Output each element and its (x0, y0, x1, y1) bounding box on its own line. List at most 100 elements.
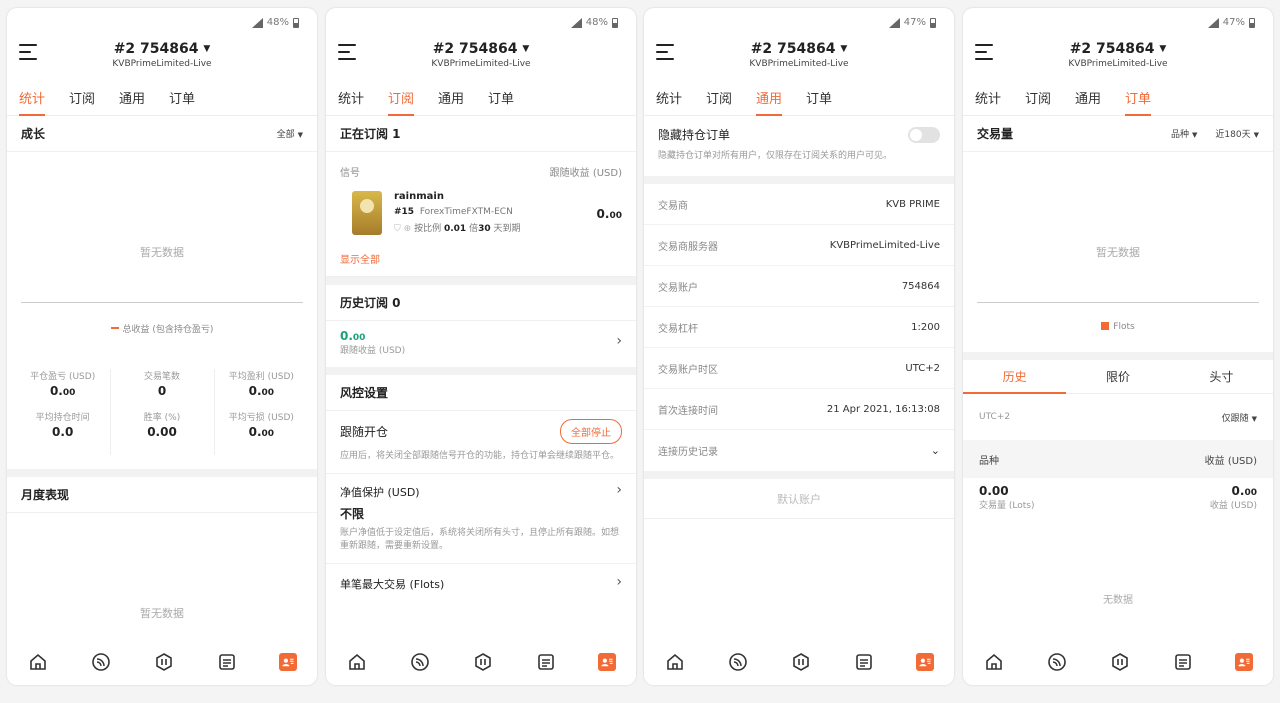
stop-all-button[interactable]: 全部停止 (560, 419, 622, 444)
info-row-account: 交易账户 754864 (644, 266, 954, 307)
max-trade-title: 单笔最大交易 (Flots) (340, 578, 445, 591)
history-summary[interactable]: 0.00 跟随收益 (USD) › (326, 321, 636, 367)
history-profit-label: 跟随收益 (USD) (340, 346, 406, 356)
orders-table-header: 品种 收益 (USD) (963, 440, 1273, 478)
hide-positions-toggle[interactable] (908, 126, 940, 143)
volume-chart: 暂无数据 (963, 152, 1273, 303)
history-title: 历史订阅 0 (340, 296, 401, 310)
growth-filter[interactable]: 全部 ▼ (277, 127, 303, 140)
trade-icon[interactable] (153, 651, 175, 673)
tab-general[interactable]: 通用 (756, 80, 783, 116)
follow-only-filter[interactable]: 仅跟随 ▼ (1222, 411, 1257, 424)
account-selector[interactable]: #2 754864 ▼ (644, 38, 954, 57)
menu-icon[interactable] (656, 44, 674, 60)
news-icon[interactable] (216, 651, 238, 673)
account-selector[interactable]: #2 754864 ▼ (326, 38, 636, 57)
info-row-timezone: 交易账户时区 UTC+2 (644, 348, 954, 389)
news-icon[interactable] (535, 651, 557, 673)
order-subtabs: 历史 限价 头寸 (963, 360, 1273, 394)
status-bar: 47% (963, 8, 1273, 38)
signal-feed-icon[interactable] (409, 651, 431, 673)
signal-name: rainmain (394, 191, 444, 202)
screen-orders: 47% #2 754864 ▼ KVBPrimeLimited-Live 统计 … (963, 8, 1273, 685)
equity-protection-setting[interactable]: 净值保护 (USD) › 不限 账户净值低于设定值后，系统将关闭所有头寸，且停止… (326, 474, 636, 564)
menu-icon[interactable] (338, 44, 356, 60)
subscription-item[interactable]: rainmain #15 ForexTimeFXTM-ECN ⛉ ⊕ 按比例 0… (326, 179, 636, 243)
account-info-list: 交易商 KVB PRIME 交易商服务器 KVBPrimeLimited-Live … (644, 184, 954, 471)
trade-icon[interactable] (1109, 651, 1131, 673)
tab-subscriptions[interactable]: 订阅 (388, 80, 415, 116)
subtab-positions[interactable]: 头寸 (1170, 360, 1273, 393)
section-separator (326, 367, 636, 375)
tab-orders[interactable]: 订单 (806, 80, 832, 116)
profile-icon[interactable] (915, 653, 934, 671)
home-icon[interactable] (983, 651, 1005, 673)
lock-icon: ⊕ (403, 224, 412, 234)
dropdown-icon: ▼ (1251, 414, 1257, 423)
shield-icon: ⛉ (394, 224, 401, 234)
signal-feed-icon[interactable] (90, 651, 112, 673)
profile-icon[interactable] (278, 653, 297, 671)
tab-statistics[interactable]: 统计 (656, 80, 682, 116)
info-row-leverage: 交易杠杆 1:200 (644, 307, 954, 348)
signal-icon (1207, 17, 1219, 28)
status-bar: 48% (7, 8, 317, 38)
profile-icon[interactable] (597, 653, 616, 671)
tab-orders[interactable]: 订单 (488, 80, 514, 116)
news-icon[interactable] (1172, 651, 1194, 673)
tab-orders[interactable]: 订单 (169, 80, 195, 116)
signal-feed-icon[interactable] (727, 651, 749, 673)
subtab-limit[interactable]: 限价 (1066, 360, 1169, 393)
trade-icon[interactable] (790, 651, 812, 673)
stat-win-rate: 胜率 (%) 0.00 (143, 413, 181, 439)
period-filter[interactable]: 近180天 ▼ (1215, 127, 1259, 140)
show-all-link[interactable]: 显示全部 (326, 243, 636, 277)
tab-statistics[interactable]: 统计 (19, 80, 46, 116)
chevron-right-icon: › (616, 333, 622, 349)
tab-general[interactable]: 通用 (1075, 80, 1101, 116)
avatar (352, 191, 382, 235)
account-server: KVBPrimeLimited-Live (1068, 59, 1168, 69)
volume-header: 交易量 品种 ▼ 近180天 ▼ (963, 116, 1273, 152)
signal-feed-icon[interactable] (1046, 651, 1068, 673)
tab-subscriptions[interactable]: 订阅 (706, 80, 732, 116)
home-icon[interactable] (664, 651, 686, 673)
tab-statistics[interactable]: 统计 (975, 80, 1001, 116)
chevron-down-icon: ▼ (840, 44, 848, 54)
signal-icon (888, 17, 900, 28)
chevron-right-icon: › (616, 574, 622, 590)
menu-icon[interactable] (19, 44, 37, 60)
symbol-filter[interactable]: 品种 ▼ (1171, 127, 1197, 140)
max-trade-setting[interactable]: 单笔最大交易 (Flots) › (326, 564, 636, 604)
tab-general[interactable]: 通用 (119, 80, 145, 116)
section-separator (644, 471, 954, 479)
section-separator (644, 176, 954, 184)
connection-history-row[interactable]: 连接历史记录 ⌄ (644, 430, 954, 471)
volume-title: 交易量 (977, 127, 1014, 141)
account-selector[interactable]: #2 754864 ▼ (7, 38, 317, 57)
monthly-header: 月度表现 (7, 477, 317, 513)
history-profit: 0.00 (340, 329, 366, 343)
battery-icon (930, 17, 936, 28)
news-icon[interactable] (853, 651, 875, 673)
battery-icon (293, 17, 299, 28)
tab-orders[interactable]: 订单 (1125, 80, 1152, 116)
bottom-nav (326, 639, 636, 685)
home-icon[interactable] (27, 651, 49, 673)
account-selector[interactable]: #2 754864 ▼ (963, 38, 1273, 57)
tab-subscriptions[interactable]: 订阅 (69, 80, 95, 116)
account-server: KVBPrimeLimited-Live (112, 59, 212, 69)
divider (110, 369, 111, 455)
menu-icon[interactable] (975, 44, 993, 60)
trade-icon[interactable] (472, 651, 494, 673)
subtab-history[interactable]: 历史 (963, 360, 1067, 394)
tab-subscriptions[interactable]: 订阅 (1025, 80, 1051, 116)
chart-legend: 总收益 (包含持仓盈亏) (7, 322, 317, 335)
profile-icon[interactable] (1234, 653, 1253, 671)
home-icon[interactable] (346, 651, 368, 673)
screen-subscriptions: 48% #2 754864 ▼ KVBPrimeLimited-Live 统计 … (326, 8, 636, 685)
default-account-button[interactable]: 默认账户 (644, 479, 954, 519)
tab-statistics[interactable]: 统计 (338, 80, 364, 116)
growth-header: 成长 全部 ▼ (7, 116, 317, 152)
tab-general[interactable]: 通用 (438, 80, 464, 116)
